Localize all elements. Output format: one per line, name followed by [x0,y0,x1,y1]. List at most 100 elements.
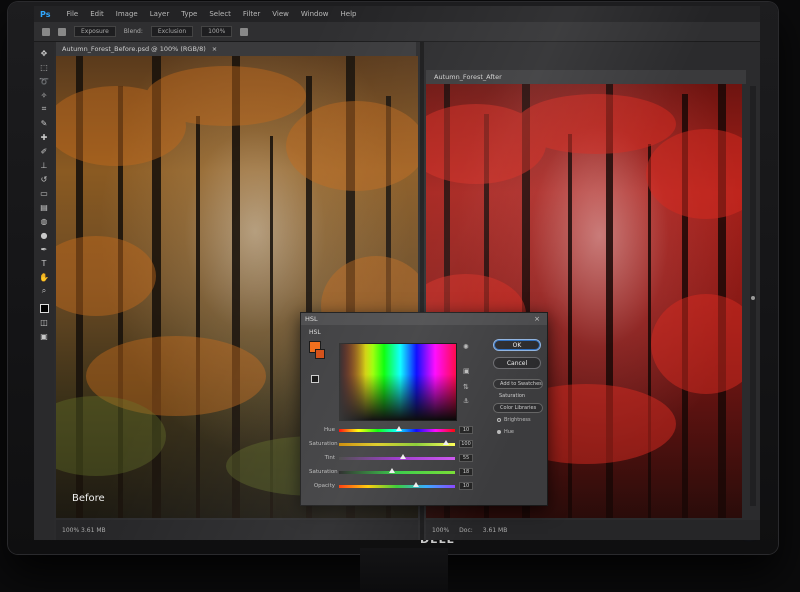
slider-thumb[interactable] [412,481,419,487]
color-libraries-button[interactable]: Color Libraries [493,403,543,413]
status-bar-after: 100% Doc: 3.61 MB [426,520,760,540]
add-to-swatches-button[interactable]: Add to Swatches [493,379,543,389]
slider-thumb[interactable] [399,453,406,459]
radio-hue[interactable]: Hue [497,429,514,435]
zoom-field[interactable]: 100% [201,26,233,37]
move-tool-icon[interactable]: ✥ [39,48,49,58]
close-icon[interactable]: × [212,45,217,53]
brush-preset-icon[interactable] [58,27,66,36]
crop-tool-icon[interactable]: ⌗ [39,104,49,114]
history-brush-icon[interactable]: ↺ [39,174,49,184]
options-bar: Exposure Blend: Exclusion 100% [34,22,760,42]
home-icon[interactable] [42,27,50,36]
cancel-button[interactable]: Cancel [493,357,541,369]
menu-item-help[interactable]: Help [341,10,357,18]
dodge-tool-icon[interactable]: ● [39,230,49,240]
status-zoom: 100% [432,526,450,534]
status-text-before: 100% 3.61 MB [62,526,106,534]
ok-button[interactable]: OK [493,339,541,351]
foreground-color-swatch[interactable] [39,304,49,313]
document-tab-title-after: Autumn_Forest_After [434,73,502,81]
clone-stamp-icon[interactable]: ⊥ [39,160,49,170]
eraser-icon[interactable]: ▭ [39,188,49,198]
monitor-stand [360,548,448,592]
radio-label-hue: Hue [504,429,515,435]
eyedropper-icon[interactable]: ✎ [39,118,49,128]
screen-mode-icon[interactable]: ▣ [39,331,49,341]
vertical-scrollbar[interactable] [750,86,756,506]
slider-row: Tint 55 [309,453,475,463]
marquee-tool-icon[interactable]: ⬚ [39,62,49,72]
type-tool-icon[interactable]: T [39,258,49,268]
menu-item-layer[interactable]: Layer [150,10,170,18]
app-logo[interactable]: Ps [40,10,50,19]
slider-value-field[interactable]: 55 [459,454,473,462]
status-doc-size: 3.61 MB [482,526,508,534]
option-saturation[interactable]: Saturation [493,391,543,401]
menu-item-image[interactable]: Image [116,10,138,18]
slider-thumb[interactable] [389,467,396,473]
slider-track[interactable] [339,453,455,460]
slider-track[interactable] [339,425,455,432]
lasso-tool-icon[interactable]: ➰ [39,76,49,86]
cube-icon[interactable]: ▣ [463,367,470,375]
close-icon[interactable]: × [533,315,541,323]
quick-mask-icon[interactable]: ◫ [39,317,49,327]
current-color-swatch[interactable] [315,349,325,359]
blur-tool-icon[interactable]: ◍ [39,216,49,226]
dialog-titlebar[interactable]: HSL [301,313,547,325]
magic-wand-icon[interactable]: ✧ [39,90,49,100]
menu-item-file[interactable]: File [66,10,78,18]
radio-label-brightness: Brightness [504,417,531,423]
slider-value-field[interactable]: 100 [459,440,473,448]
before-label: Before [72,493,105,504]
color-field-shadow [339,343,373,421]
menu-item-type[interactable]: Type [181,10,197,18]
blend-mode-dropdown[interactable]: Exclusion [150,26,194,37]
slider-label: Saturation [309,469,338,475]
radio-dot-selected [497,430,501,434]
slider-row: Saturation 100 [309,439,475,449]
slider-value-field[interactable]: 18 [459,468,473,476]
radio-dot [497,418,501,422]
slider-thumb[interactable] [442,439,449,445]
screen: Ps File Edit Image Layer Type Select Fil… [34,6,760,540]
slider-row: Opacity 10 [309,481,475,491]
menu-item-filter[interactable]: Filter [243,10,260,18]
status-doc-label: Doc: [459,526,473,534]
slider-thumb[interactable] [396,425,403,431]
menu-item-select[interactable]: Select [209,10,231,18]
document-tab-before[interactable]: Autumn_Forest_Before.psd @ 100% (RGB/8) … [56,42,416,56]
preset-dropdown[interactable]: Exposure [74,26,116,37]
menu-item-window[interactable]: Window [301,10,329,18]
hand-tool-icon[interactable]: ✋ [39,272,49,282]
slider-value-field[interactable]: 10 [459,426,473,434]
arrows-icon[interactable]: ⇅ [463,383,469,391]
default-colors-icon[interactable] [311,375,319,383]
anchor-icon[interactable]: ⚓ [463,397,469,405]
pen-tool-icon[interactable]: ✒ [39,244,49,254]
healing-brush-icon[interactable]: ✚ [39,132,49,142]
gradient-tool-icon[interactable]: ▤ [39,202,49,212]
tools-panel: ✥ ⬚ ➰ ✧ ⌗ ✎ ✚ ✐ ⊥ ↺ ▭ ▤ ◍ ● ✒ T ✋ ⌕ ◫ ▣ [34,42,54,540]
color-picker-dialog: HSL × HSL ✺ ▣ ⇅ ⚓ Hue 10 Saturation 100 Tint… [300,312,548,506]
slider-row: Saturation 18 [309,467,475,477]
slider-track[interactable] [339,439,455,446]
slider-value-field[interactable]: 10 [459,482,473,490]
sparkle-icon[interactable]: ✺ [463,343,469,351]
document-tab-after[interactable]: Autumn_Forest_After [426,70,746,84]
menubar: Ps File Edit Image Layer Type Select Fil… [34,6,760,22]
color-model-label: HSL [309,329,321,336]
settings-icon[interactable] [240,27,249,36]
slider-track[interactable] [339,467,455,474]
menu-item-view[interactable]: View [272,10,289,18]
status-bar-before: 100% 3.61 MB [56,520,418,540]
document-tab-title: Autumn_Forest_Before.psd @ 100% (RGB/8) [62,45,206,53]
radio-brightness[interactable]: Brightness [497,417,531,423]
slider-track[interactable] [339,481,455,488]
zoom-tool-icon[interactable]: ⌕ [39,286,49,296]
blend-label: Blend: [123,28,143,35]
slider-label: Saturation [309,441,338,447]
brush-tool-icon[interactable]: ✐ [39,146,49,156]
menu-item-edit[interactable]: Edit [90,10,104,18]
